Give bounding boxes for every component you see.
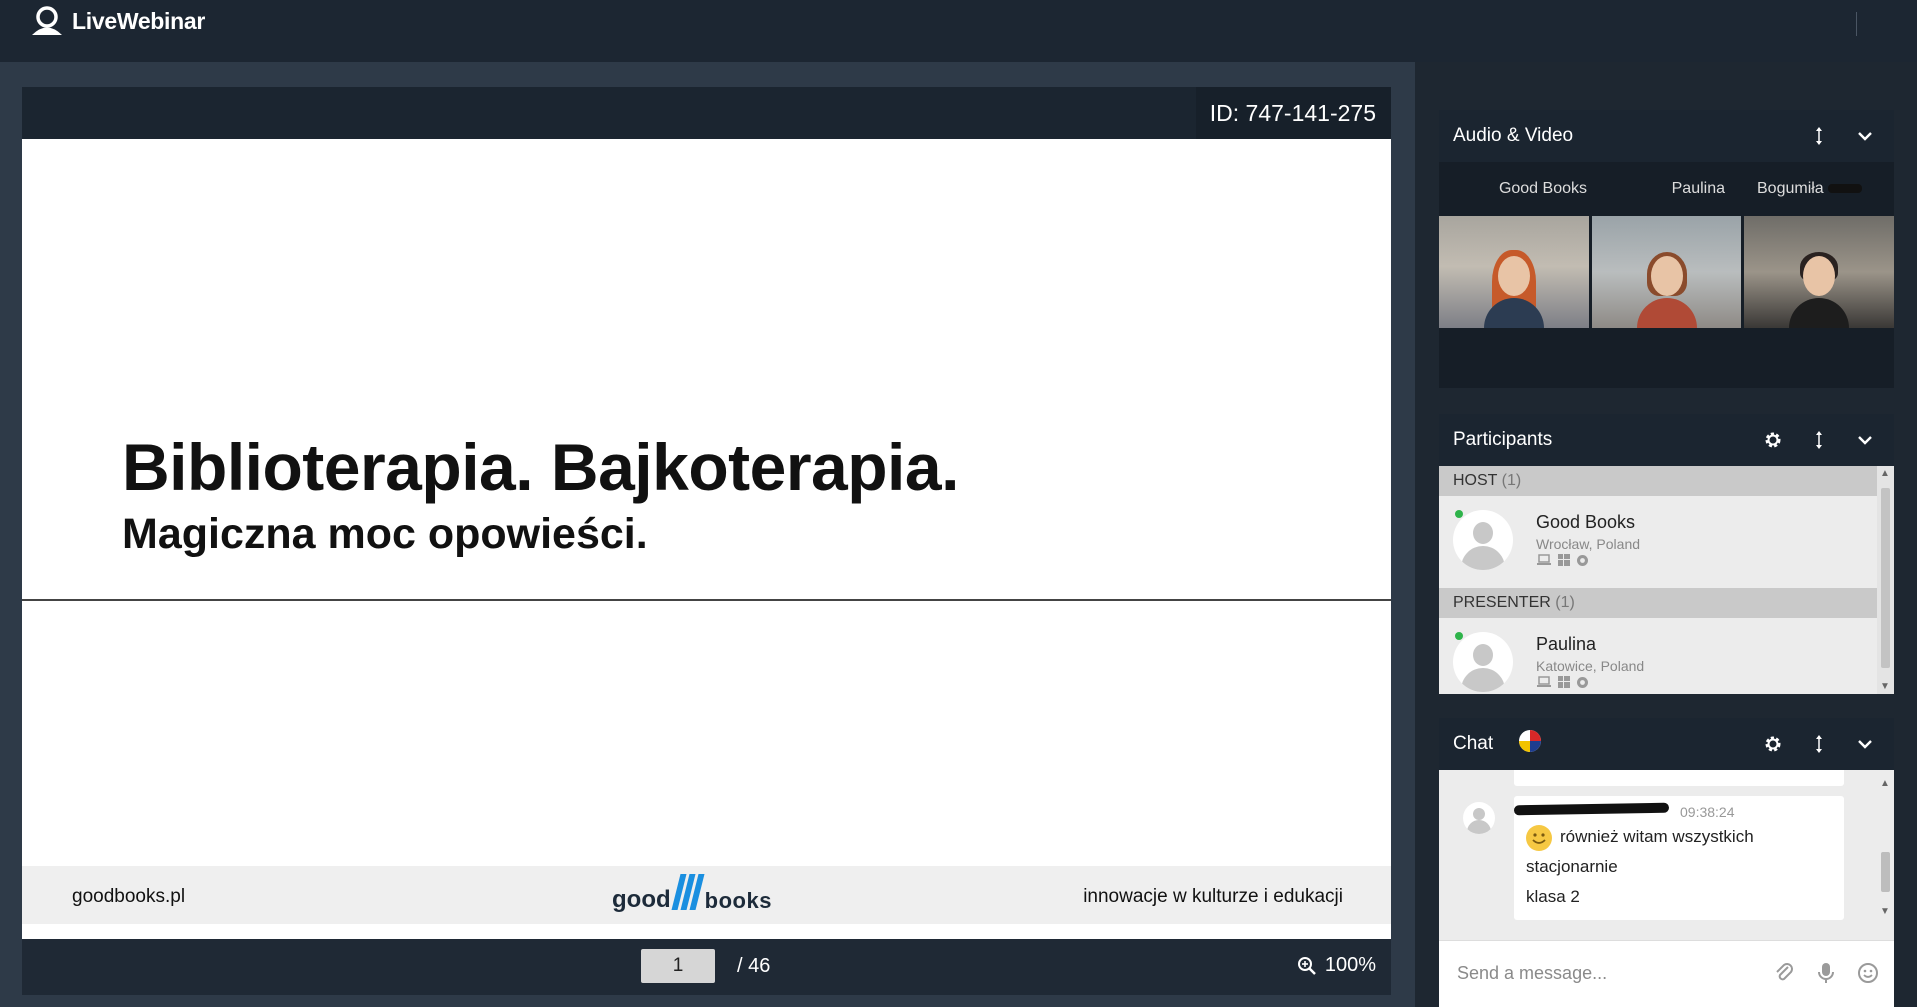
video-labels: Good Books Paulina Bogumiła xyxy=(1439,162,1894,216)
app-logo[interactable]: LiveWebinar xyxy=(30,6,205,36)
participant-location: Katowice, Poland xyxy=(1536,658,1645,674)
video-feed-bogumila[interactable] xyxy=(1744,216,1895,328)
collapse-chevron-icon[interactable] xyxy=(1850,729,1880,759)
participant-name: Good Books xyxy=(1536,512,1636,532)
zoom-control[interactable]: 100% xyxy=(1297,954,1376,977)
logo-bars-icon xyxy=(671,874,705,910)
participants-scrollbar[interactable]: ▲ ▼ xyxy=(1877,466,1894,694)
group-header-presenter: PRESENTER (1) xyxy=(1439,588,1877,618)
video-feed-paulina[interactable] xyxy=(1591,216,1742,328)
collapse-chevron-icon[interactable] xyxy=(1850,121,1880,151)
message-timestamp: 09:38:24 xyxy=(1680,804,1735,820)
participant-device-icons xyxy=(1536,554,1589,567)
audio-video-header: Audio & Video xyxy=(1439,110,1894,162)
scroll-thumb[interactable] xyxy=(1881,488,1890,668)
audio-video-title: Audio & Video xyxy=(1453,125,1574,146)
redacted-surname xyxy=(1828,184,1863,194)
chrome-icon xyxy=(1577,677,1588,688)
participant-row[interactable]: Good Books Wrocław, Poland xyxy=(1439,496,1877,588)
smiley-emoji-icon xyxy=(1526,824,1552,851)
windows-icon xyxy=(1558,676,1570,688)
avatar xyxy=(1453,632,1513,692)
video-grid xyxy=(1439,216,1895,328)
page-total: / 46 xyxy=(737,955,771,977)
goodbooks-logo: good books xyxy=(612,874,772,914)
presentation-area: ID: 747-141-275 Biblioterapia. Bajkotera… xyxy=(0,62,1415,1007)
audio-video-panel: Audio & Video Good Books Paulina Bogumił… xyxy=(1439,110,1895,388)
chat-message-input[interactable] xyxy=(1457,963,1757,984)
meeting-id: ID: 747-141-275 xyxy=(1195,87,1391,139)
gear-icon[interactable] xyxy=(1758,425,1788,455)
presentation-header: ID: 747-141-275 xyxy=(22,87,1391,139)
side-panels: Audio & Video Good Books Paulina Bogumił… xyxy=(1415,62,1917,1007)
paperclip-icon[interactable] xyxy=(1772,961,1796,985)
drag-handle-icon[interactable] xyxy=(1804,425,1834,455)
participants-list: HOST (1) Good Books Wrocław, Poland PRES… xyxy=(1439,466,1894,694)
app-name: LiveWebinar xyxy=(72,7,206,34)
redacted-author-name xyxy=(1513,802,1670,816)
avatar xyxy=(1463,802,1495,834)
chat-input-icons xyxy=(1772,961,1880,985)
livewebinar-logo-icon xyxy=(32,6,62,35)
laptop-icon xyxy=(1537,676,1551,687)
chat-header: Chat xyxy=(1439,718,1894,770)
slide-footer: goodbooks.pl good books innowacje w kult… xyxy=(22,866,1391,924)
chat-message: 09:38:24 również witam wszystkich stacjo… xyxy=(1513,796,1844,920)
scroll-up-arrow-icon[interactable]: ▲ xyxy=(1880,778,1890,789)
video-label-2: Paulina xyxy=(1671,180,1725,197)
chat-input-bar xyxy=(1439,940,1894,1007)
scroll-up-arrow-icon[interactable]: ▲ xyxy=(1880,468,1890,479)
video-label-1: Good Books xyxy=(1498,180,1587,197)
chrome-icon xyxy=(1577,555,1588,566)
slide-footer-website: goodbooks.pl xyxy=(72,886,186,907)
topbar-divider xyxy=(1856,12,1857,36)
video-label-3: Bogumiła xyxy=(1737,162,1894,216)
group-header-host: HOST (1) xyxy=(1439,466,1877,496)
chat-messages: 09:38:24 również witam wszystkich stacjo… xyxy=(1439,770,1894,933)
gear-icon[interactable] xyxy=(1758,729,1788,759)
scroll-thumb[interactable] xyxy=(1881,852,1890,892)
drag-handle-icon[interactable] xyxy=(1804,121,1834,151)
online-status-dot xyxy=(1455,510,1463,518)
presentation-slide: Biblioterapia. Bajkoterapia. Magiczna mo… xyxy=(22,139,1391,939)
chat-title: Chat xyxy=(1453,733,1494,754)
drag-handle-icon[interactable] xyxy=(1804,729,1834,759)
language-flag-icon[interactable] xyxy=(1517,728,1742,760)
top-bar: LiveWebinar xyxy=(0,0,1917,62)
online-status-dot xyxy=(1455,632,1463,640)
slide-subtitle: Magiczna moc opowieści. xyxy=(122,510,648,558)
chat-scrollbar[interactable]: ▲ ▼ xyxy=(1877,770,1894,933)
slide-footer-tagline: innowacje w kulturze i edukacji xyxy=(1083,886,1343,907)
zoom-level: 100% xyxy=(1324,954,1376,976)
laptop-icon xyxy=(1537,554,1551,565)
participants-header: Participants xyxy=(1439,414,1894,466)
slide-pager: / 46 100% xyxy=(22,939,1391,995)
message-text: również witam wszystkich stacjonarnie kl… xyxy=(1526,822,1836,912)
participant-device-icons xyxy=(1536,676,1589,689)
scroll-down-arrow-icon[interactable]: ▼ xyxy=(1880,681,1890,692)
previous-message-card xyxy=(1514,770,1844,786)
logo-word-books: books xyxy=(704,888,772,913)
participants-panel: Participants HOST (1) Good Books Wrocław… xyxy=(1439,414,1894,694)
page-number-input[interactable] xyxy=(641,949,715,983)
participant-name: Paulina xyxy=(1536,634,1597,654)
video-feed-good-books[interactable] xyxy=(1439,216,1589,328)
scroll-down-arrow-icon[interactable]: ▼ xyxy=(1880,906,1890,917)
windows-icon xyxy=(1558,554,1570,566)
participants-title: Participants xyxy=(1453,429,1553,450)
collapse-chevron-icon[interactable] xyxy=(1850,425,1880,455)
avatar xyxy=(1453,510,1513,570)
zoom-in-icon xyxy=(1297,956,1316,975)
microphone-icon[interactable] xyxy=(1814,961,1838,985)
emoji-icon[interactable] xyxy=(1856,961,1880,985)
slide-title: Biblioterapia. Bajkoterapia. xyxy=(122,430,959,504)
participant-location: Wrocław, Poland xyxy=(1536,536,1641,552)
chat-panel: Chat 09:38:24 również witam wszystkich s… xyxy=(1439,718,1894,1007)
logo-word-good: good xyxy=(612,886,671,913)
slide-divider xyxy=(22,599,1391,601)
participant-row[interactable]: Paulina Katowice, Poland xyxy=(1439,618,1877,694)
